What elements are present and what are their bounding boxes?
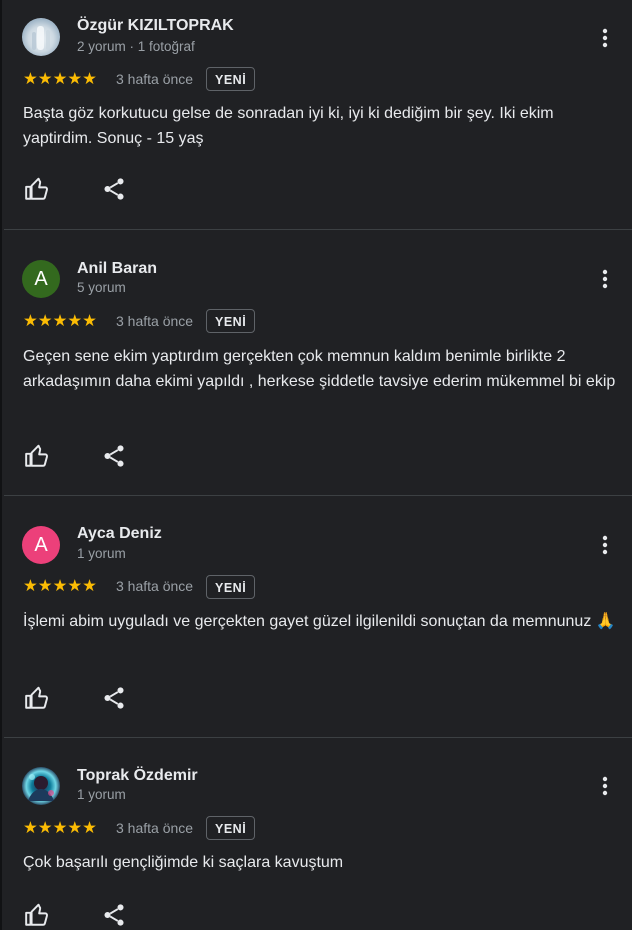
thumb-up-icon [25, 686, 49, 709]
review-text: İşlemi abim uyguladı ve gerçekten gayet … [23, 613, 616, 630]
review-text: Geçen sene ekim yaptırdım gerçekten çok … [23, 348, 616, 390]
avatar-letter: A [34, 267, 48, 290]
share-icon [104, 178, 124, 200]
reviewer-meta: 1 yorum [77, 787, 126, 802]
share-icon [104, 445, 124, 467]
more-options-button[interactable] [597, 533, 613, 557]
thumb-up-icon [25, 444, 49, 467]
more-vert-icon [602, 776, 608, 796]
reviewer-name[interactable]: Özgür KIZILTOPRAK [77, 17, 234, 35]
more-options-button[interactable] [597, 26, 613, 50]
share-button[interactable] [101, 176, 127, 202]
new-badge: YENİ [206, 816, 256, 840]
share-button[interactable] [101, 443, 127, 469]
review-time: 3 hafta önce [116, 820, 194, 836]
avatar-letter: A [34, 533, 48, 556]
review-text: Başta göz korkutucu gelse de sonradan iy… [23, 105, 554, 147]
profile-photo [28, 774, 54, 801]
share-icon [104, 904, 124, 926]
new-badge: YENİ [206, 309, 256, 333]
profile-photo [32, 26, 50, 50]
like-button[interactable] [24, 685, 50, 711]
review-time: 3 hafta önce [116, 313, 194, 329]
review-time: 3 hafta önce [116, 71, 194, 87]
more-vert-icon [602, 28, 608, 48]
divider [4, 737, 632, 738]
divider [4, 229, 632, 230]
more-vert-icon [602, 535, 608, 555]
share-button[interactable] [101, 685, 127, 711]
reviewer-meta: 1 yorum [77, 546, 126, 561]
more-vert-icon [602, 269, 608, 289]
divider [4, 495, 632, 496]
share-icon [104, 687, 124, 709]
star-rating: ★★★★★ [23, 312, 97, 330]
avatar[interactable] [22, 767, 60, 805]
star-rating: ★★★★★ [23, 70, 97, 88]
reviewer-meta: 5 yorum [77, 280, 126, 295]
avatar[interactable] [22, 18, 60, 56]
reviewer-name[interactable]: Anil Baran [77, 260, 157, 278]
star-rating: ★★★★★ [23, 819, 97, 837]
like-button[interactable] [24, 176, 50, 202]
thumb-up-icon [25, 903, 49, 926]
thumb-up-icon [25, 177, 49, 200]
reviewer-name[interactable]: Ayca Deniz [77, 525, 162, 543]
more-options-button[interactable] [597, 774, 613, 798]
like-button[interactable] [24, 443, 50, 469]
star-rating: ★★★★★ [23, 577, 97, 595]
share-button[interactable] [101, 902, 127, 928]
reviewer-name[interactable]: Toprak Özdemir [77, 767, 198, 785]
like-button[interactable] [24, 902, 50, 928]
avatar[interactable]: A [22, 526, 60, 564]
avatar[interactable]: A [22, 260, 60, 298]
more-options-button[interactable] [597, 267, 613, 291]
reviews-panel: Özgür KIZILTOPRAK 2 yorum · 1 fotoğraf ★… [0, 0, 632, 930]
new-badge: YENİ [206, 67, 256, 91]
review-time: 3 hafta önce [116, 578, 194, 594]
reviewer-meta: 2 yorum · 1 fotoğraf [77, 39, 195, 54]
review-text: Çok başarılı gençliğimde ki saçlara kavu… [23, 854, 344, 871]
new-badge: YENİ [206, 575, 256, 599]
